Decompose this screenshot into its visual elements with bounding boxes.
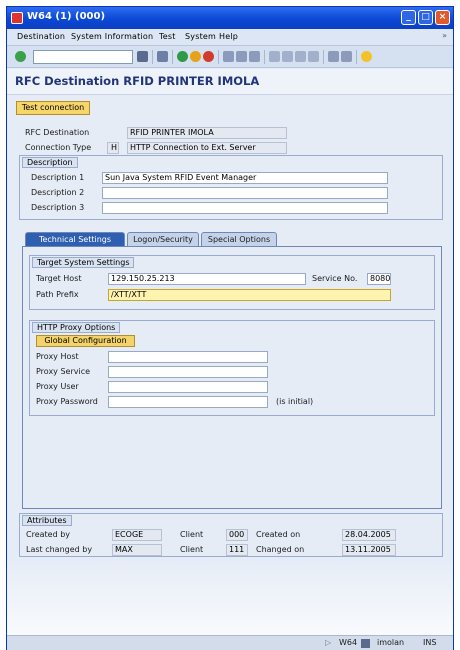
close-button[interactable]: × [435,10,450,25]
changed-client-field: 111 [226,544,248,556]
sap-window: W64 (1) (000) _ □ × Destination System I… [6,6,454,650]
toolbar-separator [323,50,324,64]
created-on-field: 28.04.2005 [342,529,396,541]
shortcut-icon[interactable] [341,51,352,62]
created-by-field: ECOGE [112,529,162,541]
find-icon[interactable] [236,51,247,62]
previous-page-icon[interactable] [282,51,293,62]
first-page-icon[interactable] [269,51,280,62]
toolbar-separator [356,50,357,64]
proxy-password-label: Proxy Password [36,397,98,406]
menu-overflow-icon[interactable]: » [442,31,447,40]
toolbar-separator [152,50,153,64]
page-title: RFC Destination RFID PRINTER IMOLA [15,74,260,88]
proxy-password-hint: (is initial) [276,397,314,406]
proxy-user-label: Proxy User [36,382,79,391]
group-title: HTTP Proxy Options [32,322,121,333]
tab-logon-security[interactable]: Logon/Security [127,232,199,247]
create-session-icon[interactable] [328,51,339,62]
description3-input[interactable] [102,202,388,214]
maximize-button[interactable]: □ [418,10,433,25]
created-client-field: 000 [226,529,248,541]
description3-label: Description 3 [31,203,85,212]
menu-test[interactable]: Test [159,32,176,41]
created-on-label: Created on [256,530,301,539]
help-icon[interactable] [361,51,372,62]
service-no-label: Service No. [312,274,358,283]
window-title: W64 (1) (000) [27,11,106,22]
proxy-password-input[interactable] [108,396,268,408]
sap-app-icon [11,12,23,24]
connection-type-label: Connection Type [25,143,92,152]
title-bar: W64 (1) (000) _ □ × [7,7,453,29]
group-title: Attributes [22,515,72,526]
toolbar-separator [218,50,219,64]
status-triangle-icon[interactable]: ▷ [325,638,331,647]
back-icon[interactable] [177,51,188,62]
attributes-group: Attributes Created by ECOGE Client 000 C… [19,513,443,557]
tab-technical-settings[interactable]: Technical Settings [25,232,125,247]
status-mode: INS [423,638,437,647]
description2-input[interactable] [102,187,388,199]
technical-settings-panel: Target System Settings Target Host 129.1… [22,246,442,509]
menu-destination[interactable]: Destination [17,32,65,41]
proxy-host-label: Proxy Host [36,352,79,361]
standard-toolbar [7,46,453,68]
changed-on-label: Changed on [256,545,305,554]
enter-icon[interactable] [15,51,26,62]
service-no-input[interactable]: 8080 [367,273,391,285]
print-icon[interactable] [223,51,234,62]
proxy-host-input[interactable] [108,351,268,363]
empty-work-area [7,559,453,635]
path-prefix-input[interactable]: /XTT/XTT [108,289,391,301]
connection-type-field: HTTP Connection to Ext. Server [127,142,287,154]
test-connection-button[interactable]: Test connection [16,101,90,115]
changed-client-label: Client [180,545,204,554]
last-changed-by-field: MAX [112,544,162,556]
path-prefix-label: Path Prefix [36,290,79,299]
status-server: imolan [377,638,405,647]
status-system: W64 [339,638,358,647]
description1-label: Description 1 [31,173,85,182]
last-page-icon[interactable] [308,51,319,62]
screen-title-bar: RFC Destination RFID PRINTER IMOLA [7,69,453,95]
group-title: Description [22,157,78,168]
created-by-label: Created by [26,530,71,539]
command-field[interactable] [33,50,133,64]
status-bar: ▷ W64 imolan INS [7,635,453,650]
http-proxy-group: HTTP Proxy Options Global Configuration … [29,320,435,416]
proxy-service-input[interactable] [108,366,268,378]
description-group: Description Description 1 Sun Java Syste… [19,155,443,220]
toolbar-separator [172,50,173,64]
find-next-icon[interactable] [249,51,260,62]
next-page-icon[interactable] [295,51,306,62]
created-client-label: Client [180,530,204,539]
toolbar-separator [264,50,265,64]
menu-system-information[interactable]: System Information [71,32,153,41]
minimize-button[interactable]: _ [401,10,416,25]
group-title: Target System Settings [32,257,135,268]
connection-type-code-field: H [107,142,119,154]
menu-bar: Destination System Information Test Syst… [7,29,453,46]
description2-label: Description 2 [31,188,85,197]
target-host-input[interactable]: 129.150.25.213 [108,273,306,285]
rfc-destination-label: RFC Destination [25,128,90,137]
tab-special-options[interactable]: Special Options [201,232,277,247]
description1-input[interactable]: Sun Java System RFID Event Manager [102,172,388,184]
target-system-group: Target System Settings Target Host 129.1… [29,255,435,310]
global-configuration-button[interactable]: Global Configuration [36,335,135,347]
status-session-icon[interactable] [361,639,370,648]
cancel-icon[interactable] [203,51,214,62]
rfc-destination-field: RFID PRINTER IMOLA [127,127,287,139]
exit-icon[interactable] [190,51,201,62]
target-host-label: Target Host [36,274,82,283]
last-changed-by-label: Last changed by [26,545,93,554]
proxy-service-label: Proxy Service [36,367,91,376]
menu-help[interactable]: Help [219,32,238,41]
menu-system[interactable]: System [185,32,216,41]
proxy-user-input[interactable] [108,381,268,393]
save-icon[interactable] [157,51,168,62]
command-dropdown-icon[interactable] [137,51,148,62]
changed-on-field: 13.11.2005 [342,544,396,556]
